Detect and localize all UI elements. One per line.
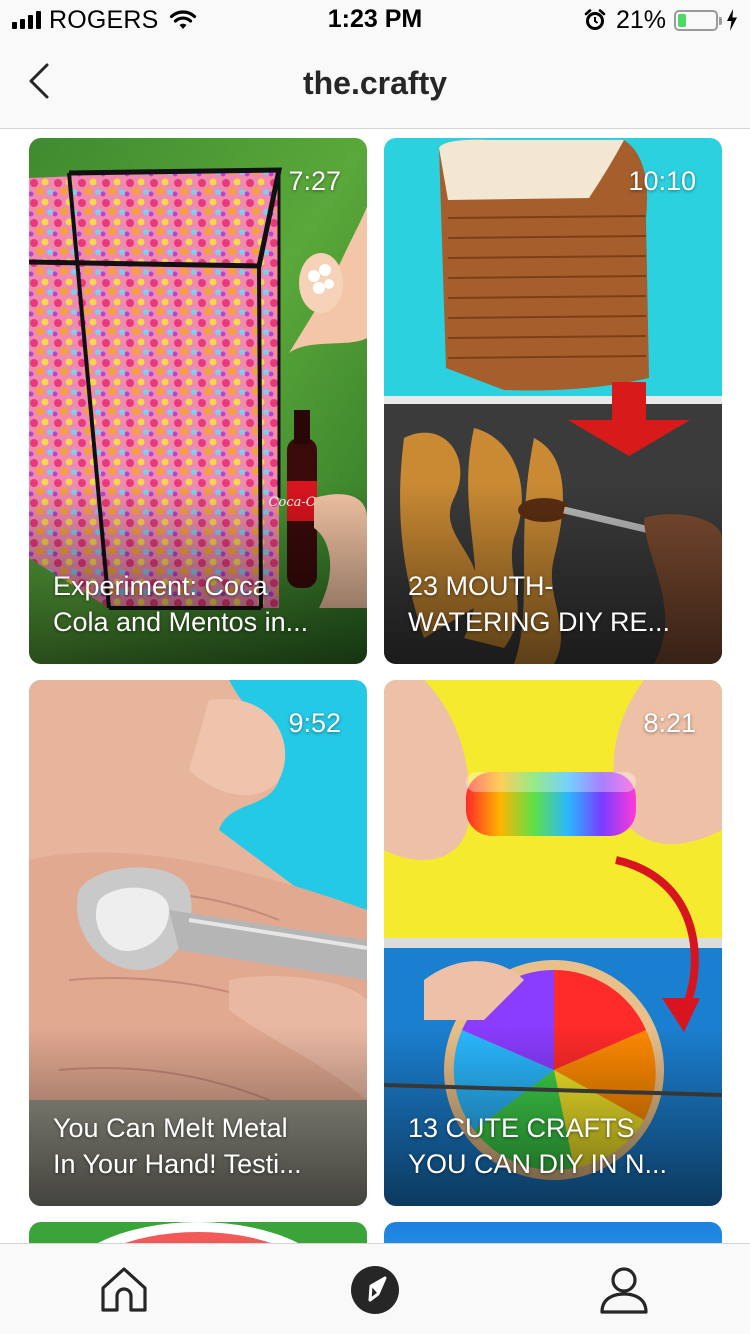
video-card-cute-crafts[interactable]: 8:21 13 CUTE CRAFTS YOU CAN DIY IN N...: [384, 680, 722, 1206]
video-title: 23 MOUTH- WATERING DIY RE...: [408, 571, 671, 637]
video-card-partial-blue[interactable]: [384, 1222, 722, 1243]
navigation-bar: the.crafty: [0, 40, 750, 129]
video-card-diy-recipes[interactable]: 10:10 23 MOUTH- WATERING DIY RE...: [384, 138, 722, 664]
battery-level: [678, 13, 687, 27]
video-card-partial-watermelon[interactable]: [29, 1222, 367, 1243]
video-thumbnail: [384, 1222, 722, 1243]
video-card-coca-cola-mentos[interactable]: Coca-Cola 7:27 Experiment: Coca Cola and…: [29, 138, 367, 664]
video-thumbnail: [29, 1222, 367, 1243]
tab-profile[interactable]: [598, 1264, 650, 1316]
status-bar: ROGERS 1:23 PM 21%: [0, 0, 750, 40]
tab-home[interactable]: [98, 1264, 150, 1316]
video-title: 13 CUTE CRAFTS YOU CAN DIY IN N...: [408, 1113, 668, 1179]
video-title: You Can Melt Metal In Your Hand! Testi..…: [53, 1113, 302, 1179]
video-duration: 9:52: [288, 708, 341, 738]
video-duration: 7:27: [288, 166, 341, 196]
page-title: the.crafty: [302, 65, 448, 101]
explore-compass-icon: [351, 1266, 399, 1314]
video-duration: 10:10: [628, 166, 696, 196]
video-duration: 8:21: [643, 708, 696, 738]
battery-percent: 21%: [615, 5, 666, 34]
battery-icon: [674, 9, 722, 31]
video-grid[interactable]: Coca-Cola 7:27 Experiment: Coca Cola and…: [0, 129, 750, 1243]
charging-bolt-icon: [727, 9, 737, 31]
profile-icon: [600, 1267, 648, 1314]
video-title: Experiment: Coca Cola and Mentos in...: [53, 571, 309, 637]
video-card-melt-metal[interactable]: 9:52 You Can Melt Metal In Your Hand! Te…: [29, 680, 367, 1206]
home-icon: [101, 1267, 147, 1312]
tab-bar: [0, 1243, 750, 1334]
alarm-icon: [584, 9, 606, 30]
tab-explore[interactable]: [349, 1264, 401, 1316]
